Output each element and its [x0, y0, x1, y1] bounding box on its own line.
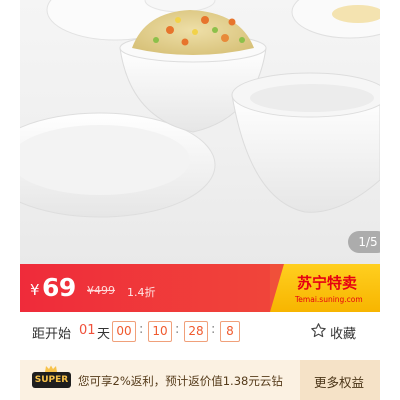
countdown-colon: : [175, 322, 180, 337]
super-badge: SUPER [32, 372, 71, 388]
countdown-day-unit: 天 [97, 327, 111, 342]
product-photo-gallery[interactable]: 1/5 [0, 0, 400, 264]
suning-temai-logo[interactable]: 苏宁特卖 Temai.suning.com [270, 264, 380, 312]
current-price: 69 [42, 273, 76, 302]
star-icon [311, 323, 326, 338]
product-photo[interactable]: 1/5 [20, 0, 380, 264]
brand-url: Temai.suning.com [295, 295, 363, 304]
countdown-days: 01 [79, 323, 96, 338]
rebate-text: 您可享2%返利，预计返价值1.38元云钻 [78, 374, 283, 388]
image-counter: 1/5 [348, 231, 380, 253]
countdown-minutes: 10 [148, 321, 172, 342]
brand-name: 苏宁特卖 [297, 274, 358, 292]
brand-fold [270, 264, 284, 312]
countdown-colon: : [211, 322, 216, 337]
discount-badge: 1.4折 [127, 286, 156, 299]
countdown-row: 距开始 01 天 00 : 10 : 28 : 8 收藏 [20, 312, 380, 350]
more-benefits-label: 更多权益 [314, 375, 365, 390]
currency-symbol: ¥ [30, 281, 40, 299]
super-member-strip[interactable]: SUPER 您可享2%返利，预计返价值1.38元云钻 更多权益 [20, 360, 380, 400]
original-price: ¥499 [87, 284, 115, 297]
product-image [20, 0, 380, 218]
countdown-hours: 00 [112, 321, 136, 342]
more-benefits-button[interactable]: 更多权益 [300, 360, 380, 400]
countdown-colon: : [139, 322, 144, 337]
countdown-ms: 8 [220, 321, 240, 342]
favorite-label: 收藏 [330, 327, 357, 342]
countdown-seconds: 28 [184, 321, 208, 342]
countdown-prefix: 距开始 [32, 327, 72, 342]
